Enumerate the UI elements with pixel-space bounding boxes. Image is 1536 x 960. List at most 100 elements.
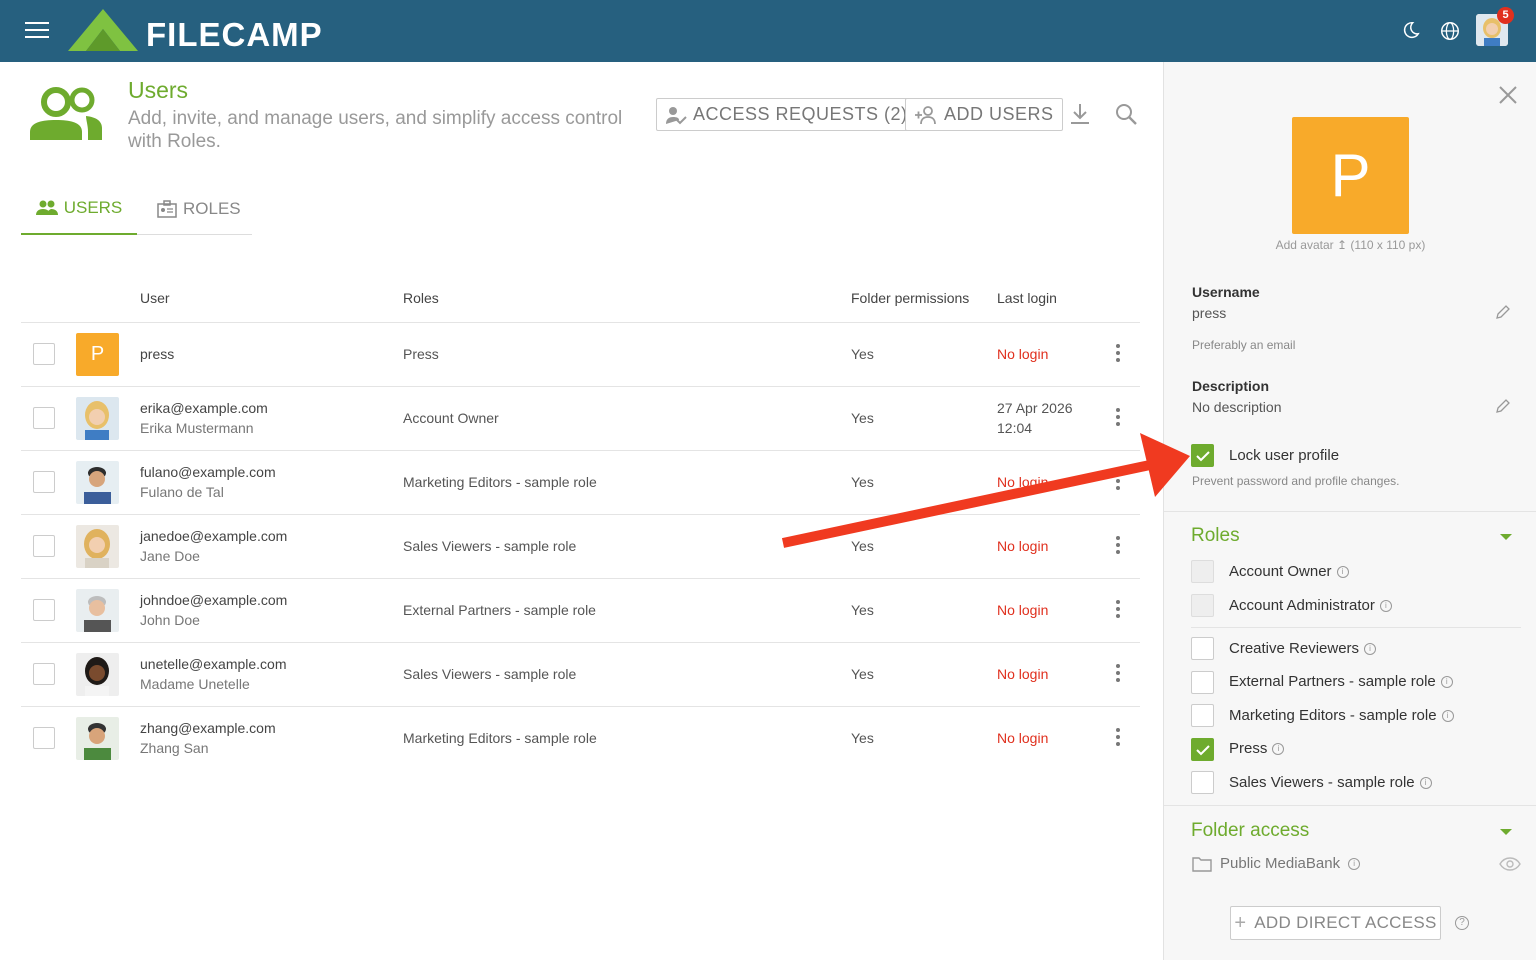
table-row[interactable]: johndoe@example.com John Doe External Pa… <box>21 578 1140 642</box>
row-menu-icon[interactable] <box>1115 472 1121 492</box>
folder-access-title[interactable]: Folder access <box>1191 820 1309 842</box>
profile-avatar[interactable]: P <box>1292 117 1409 234</box>
row-menu-icon[interactable] <box>1115 408 1121 428</box>
roles-divider <box>1191 627 1521 628</box>
tab-roles[interactable]: ROLES <box>157 182 252 235</box>
table-row[interactable]: P press Press Yes No login <box>21 322 1140 386</box>
table-row[interactable]: janedoe@example.com Jane Doe Sales Viewe… <box>21 514 1140 578</box>
user-roles: Marketing Editors - sample role <box>403 474 597 490</box>
last-login: No login <box>997 666 1049 682</box>
folder-permissions: Yes <box>851 730 874 746</box>
tab-bar: USERS ROLES <box>21 182 252 235</box>
users-icon <box>30 87 102 140</box>
close-icon[interactable] <box>1497 84 1519 106</box>
row-menu-icon[interactable] <box>1115 600 1121 620</box>
row-checkbox[interactable] <box>33 407 55 429</box>
column-header-roles[interactable]: Roles <box>403 290 439 306</box>
column-header-user[interactable]: User <box>140 290 170 306</box>
table-row[interactable]: unetelle@example.com Madame Unetelle Sal… <box>21 642 1140 706</box>
user-roles: Sales Viewers - sample role <box>403 666 577 682</box>
role-checkbox-external-partners[interactable] <box>1191 671 1214 694</box>
description-label: Description <box>1192 378 1270 394</box>
table-row[interactable]: zhang@example.com Zhang San Marketing Ed… <box>21 706 1140 770</box>
row-checkbox[interactable] <box>33 599 55 621</box>
username-hint: Preferably an email <box>1192 338 1296 352</box>
download-icon[interactable] <box>1067 101 1093 127</box>
user-fullname: Erika Mustermann <box>140 420 254 436</box>
filecamp-logo-icon[interactable] <box>68 9 138 51</box>
folder-access-collapse-icon[interactable] <box>1500 829 1512 835</box>
role-label: Marketing Editors - sample role i <box>1229 707 1454 724</box>
eye-icon[interactable] <box>1499 857 1521 871</box>
edit-description-icon[interactable] <box>1495 398 1511 414</box>
add-users-label: ADD USERS <box>944 104 1054 124</box>
menu-icon[interactable] <box>25 22 49 40</box>
page-title: Users <box>128 77 189 103</box>
role-checkbox-creative-reviewers[interactable] <box>1191 637 1214 660</box>
role-checkbox-account-owner[interactable] <box>1191 560 1214 583</box>
info-icon: i <box>1348 857 1361 870</box>
info-icon: i <box>1440 675 1453 688</box>
folder-permissions: Yes <box>851 410 874 426</box>
user-email[interactable]: erika@example.com <box>140 400 268 416</box>
add-direct-access-label: ADD DIRECT ACCESS <box>1254 913 1437 932</box>
role-checkbox-marketing-editors[interactable] <box>1191 704 1214 727</box>
panel-divider <box>1164 511 1536 512</box>
upload-icon: ↥ <box>1337 238 1348 252</box>
folder-permissions: Yes <box>851 666 874 682</box>
add-users-button[interactable]: ADD USERS <box>905 98 1063 131</box>
row-checkbox[interactable] <box>33 727 55 749</box>
column-header-folder-permissions[interactable]: Folder permissions <box>851 290 969 306</box>
notification-badge[interactable]: 5 <box>1497 7 1514 24</box>
edit-username-icon[interactable] <box>1495 304 1511 320</box>
lock-profile-checkbox[interactable] <box>1191 444 1214 467</box>
user-roles: Sales Viewers - sample role <box>403 538 577 554</box>
help-icon[interactable]: ? <box>1455 916 1469 930</box>
top-bar: FILECAMP 5 <box>0 0 1536 62</box>
row-menu-icon[interactable] <box>1115 664 1121 684</box>
moon-icon[interactable] <box>1399 20 1421 42</box>
column-header-last-login[interactable]: Last login <box>997 290 1057 306</box>
add-avatar-label: Add avatar <box>1275 238 1334 252</box>
folder-permissions: Yes <box>851 474 874 490</box>
user-details-panel: P Add avatar ↥ (110 x 110 px) Username p… <box>1163 62 1536 960</box>
user-email[interactable]: johndoe@example.com <box>140 592 287 608</box>
row-checkbox[interactable] <box>33 343 55 365</box>
role-label: Press i <box>1229 740 1285 757</box>
folder-permissions: Yes <box>851 346 874 362</box>
user-email[interactable]: unetelle@example.com <box>140 656 287 672</box>
user-email[interactable]: janedoe@example.com <box>140 528 287 544</box>
add-avatar-link[interactable]: Add avatar ↥ (110 x 110 px) <box>1164 238 1536 252</box>
globe-icon[interactable] <box>1439 20 1461 42</box>
access-requests-button[interactable]: ACCESS REQUESTS (2) <box>656 98 917 131</box>
role-checkbox-sales-viewers[interactable] <box>1191 771 1214 794</box>
last-login-date: 27 Apr 2026 <box>997 400 1073 416</box>
row-checkbox[interactable] <box>33 471 55 493</box>
search-icon[interactable] <box>1113 101 1139 127</box>
row-menu-icon[interactable] <box>1115 536 1121 556</box>
row-menu-icon[interactable] <box>1115 344 1121 364</box>
tab-users[interactable]: USERS <box>21 182 137 235</box>
user-email[interactable]: zhang@example.com <box>140 720 276 736</box>
user-email[interactable]: fulano@example.com <box>140 464 276 480</box>
role-checkbox-account-administrator[interactable] <box>1191 594 1214 617</box>
role-checkbox-press[interactable] <box>1191 738 1214 761</box>
folder-permissions: Yes <box>851 538 874 554</box>
description-value: No description <box>1192 399 1282 415</box>
roles-collapse-icon[interactable] <box>1500 534 1512 540</box>
table-row[interactable]: fulano@example.com Fulano de Tal Marketi… <box>21 450 1140 514</box>
user-fullname: John Doe <box>140 612 200 628</box>
tab-users-label: USERS <box>63 197 123 217</box>
row-checkbox[interactable] <box>33 663 55 685</box>
info-icon: i <box>1441 709 1454 722</box>
table-row[interactable]: erika@example.com Erika Mustermann Accou… <box>21 386 1140 450</box>
roles-section-title[interactable]: Roles <box>1191 525 1240 547</box>
row-menu-icon[interactable] <box>1115 728 1121 748</box>
add-direct-access-button[interactable]: + ADD DIRECT ACCESS <box>1230 906 1441 940</box>
folder-permissions: Yes <box>851 602 874 618</box>
user-roles: Account Owner <box>403 410 499 426</box>
lock-profile-hint: Prevent password and profile changes. <box>1192 474 1400 488</box>
row-checkbox[interactable] <box>33 535 55 557</box>
user-name[interactable]: press <box>140 346 174 362</box>
folder-item[interactable]: Public MediaBank i <box>1192 855 1361 872</box>
